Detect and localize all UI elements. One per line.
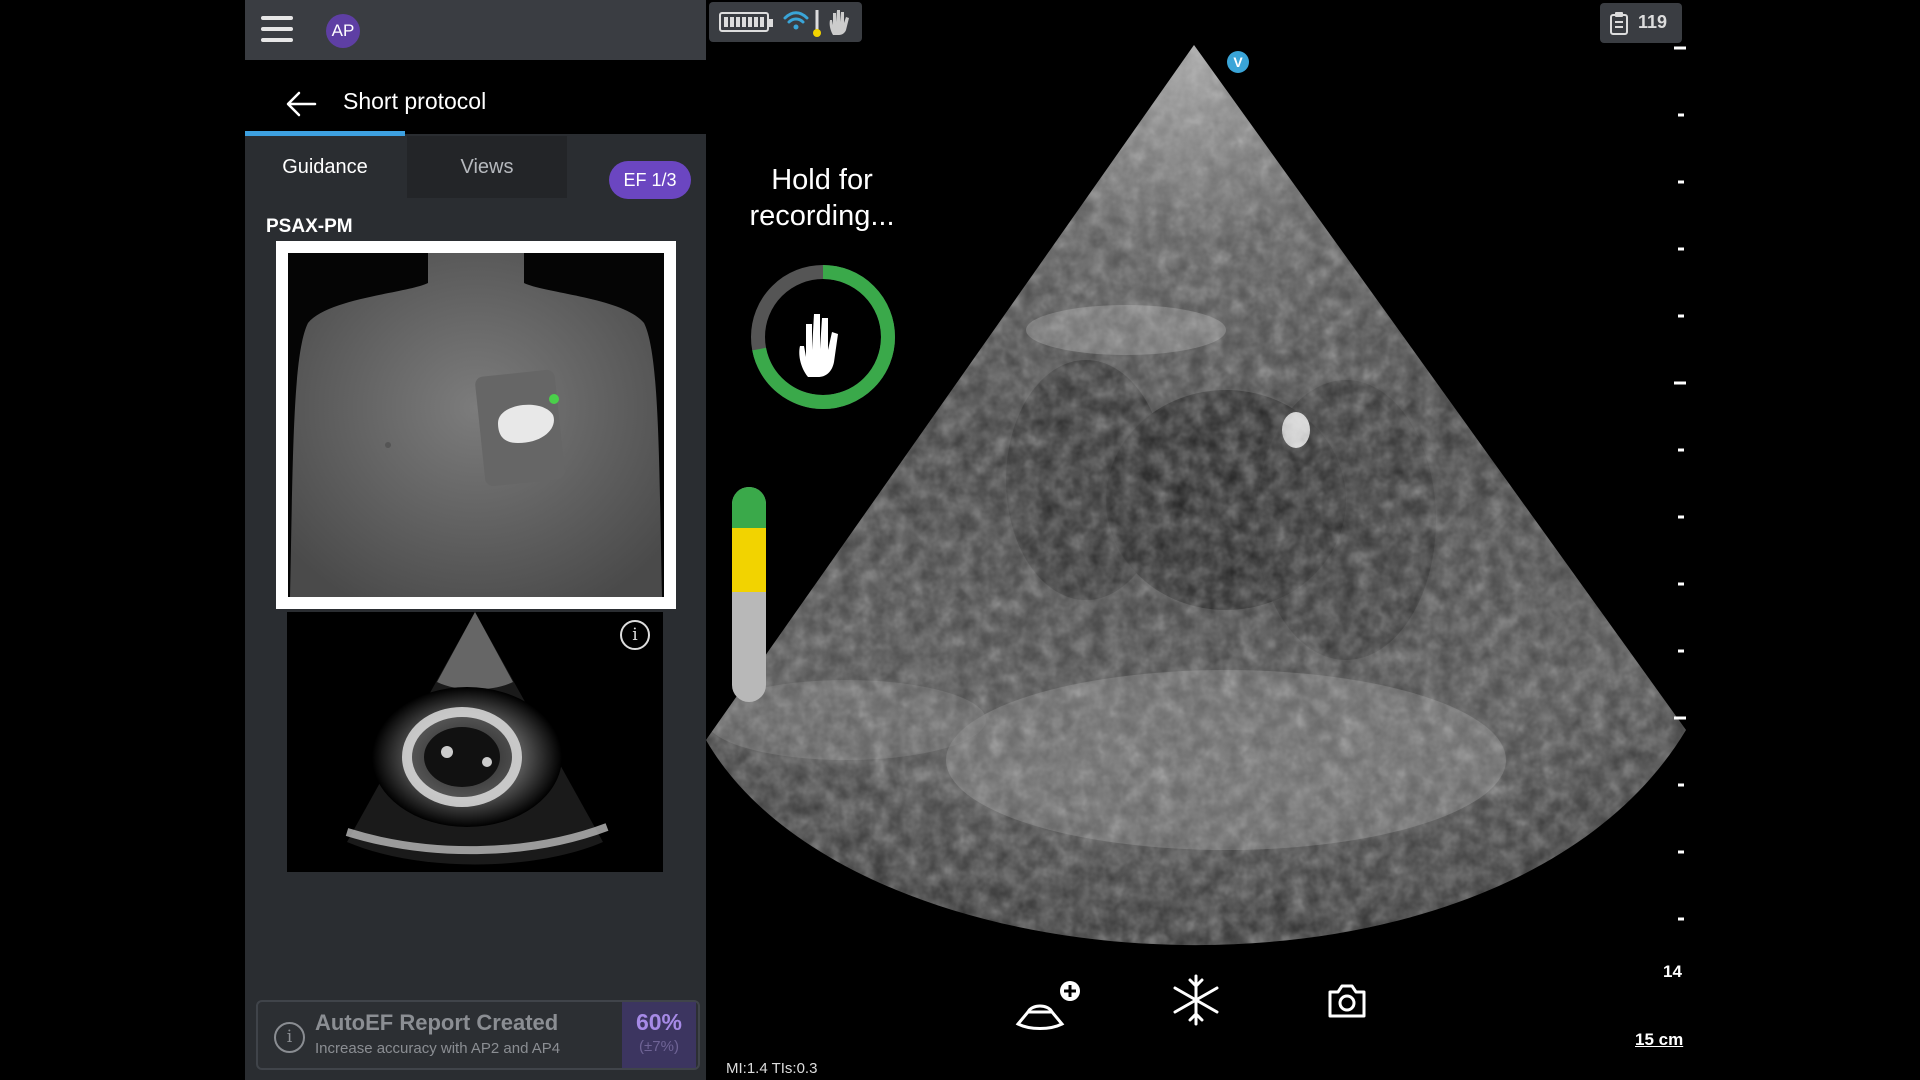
device-status-bar[interactable] — [709, 2, 862, 42]
reference-view-image — [287, 612, 663, 872]
report-title: AutoEF Report Created — [315, 1010, 559, 1035]
freeze-snowflake-button[interactable] — [1168, 972, 1224, 1028]
quality-meter-yellow — [732, 527, 766, 593]
tab-views[interactable]: Views — [407, 136, 567, 198]
thermometer-icon — [813, 10, 821, 37]
protocol-title: Short protocol — [343, 88, 487, 114]
orientation-marker: V — [1227, 51, 1249, 73]
ef-score: 60% (±7%) — [622, 1002, 696, 1068]
probe-preset-add-button[interactable] — [1010, 980, 1080, 1030]
user-avatar[interactable]: AP — [326, 14, 360, 48]
ef-progress-badge[interactable]: EF 1/3 — [609, 161, 691, 199]
hold-for-recording-message: Hold for recording... — [712, 162, 932, 234]
top-bar: AP — [245, 0, 706, 60]
view-label: PSAX-PM — [266, 216, 353, 237]
depth-scale — [1674, 46, 1686, 921]
image-quality-meter — [732, 487, 766, 702]
depth-marker: 14 — [1663, 962, 1682, 981]
hold-text-line1: Hold for — [771, 164, 873, 196]
mi-tis-readout: MI:1.4 TIs:0.3 — [726, 1060, 818, 1077]
left-panel: AP Short protocol Guidance Views EF 1/3 … — [245, 0, 706, 1080]
probe-placement-illustration — [288, 253, 664, 597]
depth-label[interactable]: 15 cm — [1635, 1030, 1683, 1050]
battery-icon — [719, 12, 773, 32]
recording-progress-ring — [751, 265, 895, 409]
autoef-report-banner[interactable]: i AutoEF Report Created Increase accurac… — [256, 1000, 700, 1070]
back-arrow-icon[interactable] — [285, 89, 317, 119]
camera-capture-button[interactable] — [1326, 980, 1368, 1022]
exam-count-chip[interactable]: 119 — [1600, 3, 1682, 43]
info-icon[interactable]: i — [620, 620, 650, 650]
hand-icon — [829, 10, 849, 35]
info-icon: i — [274, 1022, 305, 1053]
quality-meter-green — [732, 487, 766, 528]
wifi-icon — [783, 11, 809, 30]
hold-text-line2: recording... — [749, 200, 895, 232]
tab-guidance[interactable]: Guidance — [245, 136, 405, 198]
ef-range: (±7%) — [639, 1038, 679, 1055]
exam-count: 119 — [1638, 12, 1668, 32]
probe-placement-frame — [276, 241, 676, 609]
hamburger-menu-icon[interactable] — [261, 16, 293, 42]
clipboard-icon — [1610, 12, 1628, 35]
report-subtitle: Increase accuracy with AP2 and AP4 — [315, 1040, 561, 1057]
ef-value: 60% — [635, 1009, 683, 1035]
